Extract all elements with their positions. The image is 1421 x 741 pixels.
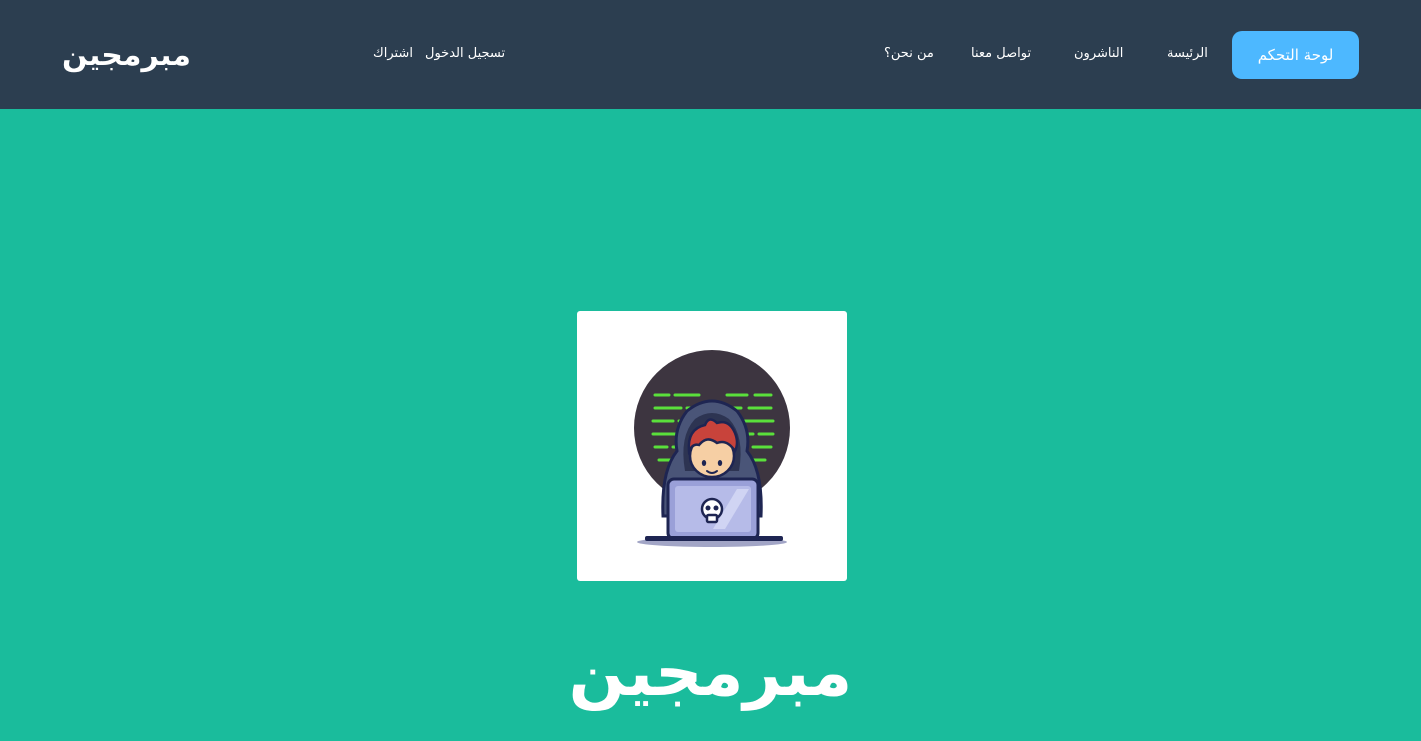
hooded-programmer-laptop-icon <box>634 350 790 547</box>
login-link[interactable]: تسجيل الدخول <box>425 44 505 64</box>
signup-link[interactable]: اشتراك <box>373 44 413 64</box>
hero-image-card <box>577 311 847 581</box>
nav-link-publishers[interactable]: الناشرون <box>1074 44 1123 64</box>
nav-link-home[interactable]: الرئيسة <box>1167 44 1208 64</box>
nav-link-contact[interactable]: تواصل معنا <box>971 44 1031 64</box>
nav-link-about[interactable]: من نحن؟ <box>884 44 934 64</box>
hero-title: مبرمجين <box>568 634 853 711</box>
dashboard-button[interactable]: لوحة التحكم <box>1232 31 1359 79</box>
navbar: مبرمجين اشتراك تسجيل الدخول من نحن؟ تواص… <box>0 0 1421 109</box>
brand-logo[interactable]: مبرمجين <box>62 36 191 76</box>
